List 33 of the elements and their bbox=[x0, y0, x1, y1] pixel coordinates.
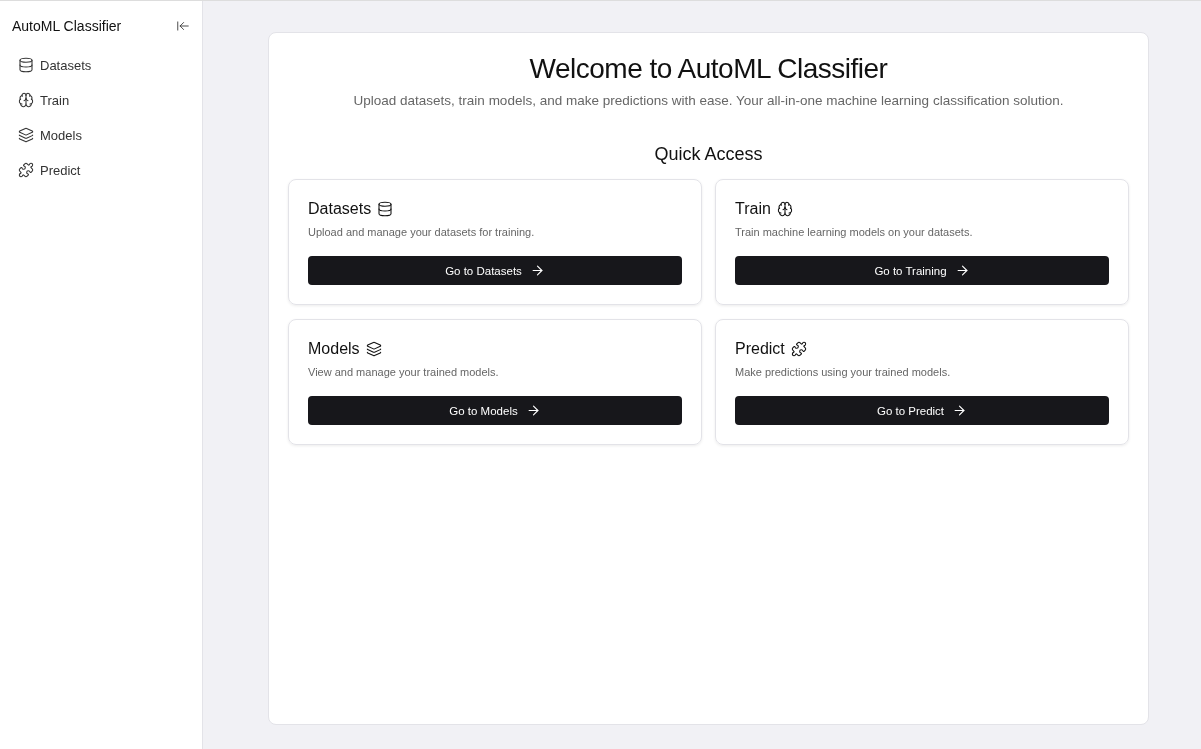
sidebar-item[interactable]: Datasets bbox=[18, 57, 192, 73]
card-description: Make predictions using your trained models. bbox=[735, 366, 952, 378]
database-icon bbox=[18, 57, 34, 73]
puzzle-icon bbox=[18, 162, 34, 178]
welcome-subtitle: Upload datasets, train models, and make predictions with ease. Your all-in-one machine learning classification solution. bbox=[353, 93, 1064, 108]
layers-icon bbox=[365, 341, 382, 357]
layers-icon bbox=[18, 127, 34, 143]
card-description: Upload and manage your datasets for training. bbox=[308, 226, 536, 238]
sidebar-item[interactable]: Predict bbox=[18, 162, 192, 178]
navigate-button[interactable]: Go to Predict bbox=[735, 396, 1109, 425]
card-title: Models bbox=[308, 340, 360, 358]
arrow-right-icon bbox=[529, 263, 545, 278]
card-title: Predict bbox=[735, 340, 785, 358]
card-title: Datasets bbox=[308, 200, 372, 218]
card-description: View and manage your trained models. bbox=[308, 366, 500, 378]
card-description: Train machine learning models on your datasets. bbox=[735, 226, 974, 238]
arrow-right-icon bbox=[525, 403, 541, 418]
sidebar-item[interactable]: Train bbox=[18, 92, 192, 108]
welcome-title: Welcome to AutoML Classifier bbox=[529, 53, 888, 85]
brain-icon bbox=[18, 92, 34, 108]
navigate-button[interactable]: Go to Training bbox=[735, 256, 1109, 285]
database-icon bbox=[377, 201, 394, 217]
navigate-button[interactable]: Go to Datasets bbox=[308, 256, 682, 285]
collapse-icon bbox=[176, 19, 190, 33]
puzzle-icon bbox=[790, 341, 807, 357]
app-title: AutoML Classifier bbox=[12, 18, 122, 34]
sidebar-item[interactable]: Models bbox=[18, 127, 192, 143]
card-title: Train bbox=[735, 200, 771, 218]
section-title: Quick Access bbox=[654, 144, 763, 165]
navigate-button[interactable]: Go to Models bbox=[308, 396, 682, 425]
brain-icon bbox=[776, 201, 793, 217]
arrow-right-icon bbox=[952, 403, 968, 418]
arrow-right-icon bbox=[954, 263, 970, 278]
